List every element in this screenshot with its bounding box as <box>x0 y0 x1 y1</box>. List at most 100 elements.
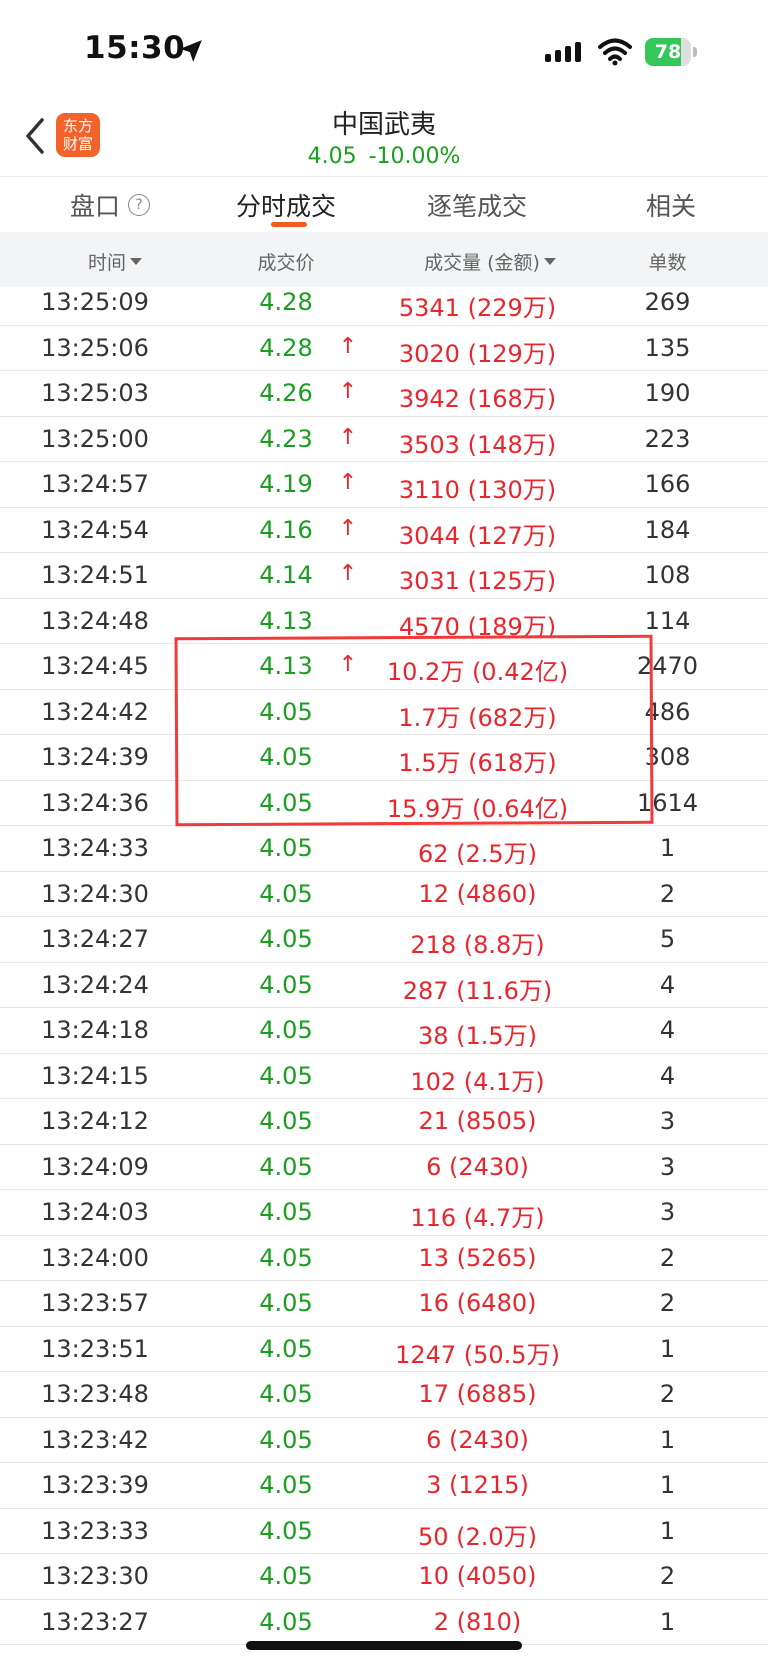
tab-related[interactable]: 相关 <box>646 187 696 223</box>
table-row[interactable]: 13:23:27 4.05 2 (810) 1 <box>0 1600 768 1645</box>
trade-count: 2 <box>659 1243 676 1272</box>
trade-time: 13:25:06 <box>41 333 149 362</box>
trades-table[interactable]: 13:25:09 4.28 5341 (229万) 269 13:25:06 4.28 ↑ 3… <box>0 280 768 1665</box>
trade-volume: 62 (2.5万) <box>417 840 538 868</box>
home-indicator[interactable] <box>246 1641 522 1650</box>
help-icon[interactable]: ? <box>128 194 151 216</box>
trade-count: 2 <box>659 1562 676 1590</box>
table-row[interactable]: 13:24:27 4.05 218 (8.8万) 5 <box>0 917 768 963</box>
table-row[interactable]: 13:25:09 4.28 5341 (229万) 269 <box>0 280 768 326</box>
trade-count: 4 <box>659 970 676 999</box>
trade-volume: 3044 (127万) <box>398 521 557 550</box>
table-row[interactable]: 13:24:15 4.05 102 (4.1万) 4 <box>0 1054 768 1099</box>
column-time-header[interactable]: 时间 <box>40 248 190 275</box>
column-volume-label: 成交量 (金额) <box>424 252 540 274</box>
trade-volume: 5341 (229万) <box>398 294 557 322</box>
trade-volume: 13 (5265) <box>418 1243 537 1272</box>
table-row[interactable]: 13:24:12 4.05 21 (8505) 3 <box>0 1099 768 1145</box>
table-row[interactable]: 13:24:30 4.05 12 (4860) 2 <box>0 872 768 917</box>
table-row[interactable]: 13:24:00 4.05 13 (5265) 2 <box>0 1236 768 1281</box>
trade-count: 1 <box>659 1425 676 1454</box>
trade-price: 4.05 <box>259 1607 313 1636</box>
trade-count: 108 <box>644 561 691 589</box>
trade-time: 13:25:09 <box>41 288 149 316</box>
tab-tick-trades[interactable]: 逐笔成交 <box>427 187 527 223</box>
trade-volume: 3942 (168万) <box>398 385 557 413</box>
trade-price: 4.28 <box>259 333 313 362</box>
table-row[interactable]: 13:23:39 4.05 3 (1215) 1 <box>0 1463 768 1509</box>
table-row[interactable]: 13:23:42 4.05 6 (2430) 1 <box>0 1418 768 1463</box>
trade-price: 4.19 <box>259 470 313 498</box>
trade-price: 4.26 <box>259 379 313 407</box>
table-header: 时间 成交价 成交量 (金额) 单数 <box>0 232 768 287</box>
trade-count: 3 <box>659 1107 676 1135</box>
trade-time: 13:24:09 <box>41 1152 149 1181</box>
trade-time: 13:25:03 <box>41 379 149 407</box>
trade-volume: 3110 (130万) <box>398 476 557 504</box>
stock-name: 中国武夷 <box>331 110 436 140</box>
cellular-signal-icon <box>545 42 581 62</box>
trade-time: 13:24:15 <box>41 1061 149 1090</box>
trade-count: 1 <box>659 834 676 862</box>
table-row[interactable]: 13:24:33 4.05 62 (2.5万) 1 <box>0 826 768 872</box>
trade-count: 1 <box>659 1334 676 1363</box>
table-row[interactable]: 13:24:54 4.16 ↑ 3044 (127万) 184 <box>0 508 768 553</box>
trade-price: 4.05 <box>259 1380 313 1408</box>
battery-indicator: 78 <box>645 38 699 66</box>
trade-time: 13:23:42 <box>41 1425 149 1454</box>
trade-time: 13:24:51 <box>41 561 149 589</box>
trade-count: 269 <box>644 288 691 316</box>
trade-volume: 38 (1.5万) <box>417 1022 538 1050</box>
trade-time: 13:25:00 <box>41 424 149 453</box>
trade-time: 13:24:30 <box>41 879 149 908</box>
trade-price: 4.05 <box>259 1289 313 1317</box>
tab-order-book[interactable]: 盘口? <box>70 187 151 223</box>
trade-price: 4.05 <box>259 1562 313 1590</box>
trade-price: 4.16 <box>259 515 313 544</box>
trade-price: 4.05 <box>259 1471 313 1499</box>
trade-volume: 12 (4860) <box>418 879 537 908</box>
table-row[interactable]: 13:24:57 4.19 ↑ 3110 (130万) 166 <box>0 462 768 508</box>
column-volume-header[interactable]: 成交量 (金额) <box>380 248 600 275</box>
trade-count: 114 <box>644 606 691 635</box>
trade-time: 13:24:36 <box>41 788 149 817</box>
trade-volume: 3503 (148万) <box>398 430 557 459</box>
trade-volume: 10 (4050) <box>418 1562 537 1590</box>
tab-timeshare-trades[interactable]: 分时成交 <box>236 187 336 223</box>
trade-time: 13:24:24 <box>41 970 149 999</box>
table-row[interactable]: 13:23:57 4.05 16 (6480) 2 <box>0 1281 768 1327</box>
trade-count: 2 <box>659 879 676 908</box>
table-row[interactable]: 13:25:00 4.23 ↑ 3503 (148万) 223 <box>0 417 768 462</box>
table-row[interactable]: 13:24:18 4.05 38 (1.5万) 4 <box>0 1008 768 1054</box>
trade-time: 13:23:33 <box>41 1516 149 1545</box>
table-row[interactable]: 13:24:09 4.05 6 (2430) 3 <box>0 1145 768 1190</box>
trade-count: 2 <box>659 1289 676 1317</box>
table-row[interactable]: 13:24:24 4.05 287 (11.6万) 4 <box>0 963 768 1008</box>
trade-price: 4.14 <box>259 561 313 589</box>
trade-count: 190 <box>644 379 691 407</box>
trade-price: 4.05 <box>259 1243 313 1272</box>
trade-count: 4 <box>659 1016 676 1044</box>
table-row[interactable]: 13:23:33 4.05 50 (2.0万) 1 <box>0 1509 768 1554</box>
trade-price: 4.05 <box>259 1107 313 1135</box>
table-row[interactable]: 13:24:03 4.05 116 (4.7万) 3 <box>0 1190 768 1236</box>
trade-price: 4.05 <box>259 1152 313 1181</box>
trade-price: 4.05 <box>259 925 313 953</box>
table-row[interactable]: 13:23:48 4.05 17 (6885) 2 <box>0 1372 768 1418</box>
table-row[interactable]: 13:25:03 4.26 ↑ 3942 (168万) 190 <box>0 371 768 417</box>
table-row[interactable]: 13:25:06 4.28 ↑ 3020 (129万) 135 <box>0 326 768 371</box>
sort-caret-icon <box>130 258 142 265</box>
column-price-header: 成交价 <box>257 252 315 274</box>
trade-count: 223 <box>644 424 691 453</box>
trade-time: 13:24:03 <box>41 1198 149 1226</box>
table-row[interactable]: 13:23:51 4.05 1247 (50.5万) 1 <box>0 1327 768 1372</box>
trade-volume: 3 (1215) <box>426 1471 529 1499</box>
table-row[interactable]: 13:23:30 4.05 10 (4050) 2 <box>0 1554 768 1600</box>
trade-count: 3 <box>659 1152 676 1181</box>
trade-time: 13:24:39 <box>41 743 149 771</box>
table-row[interactable]: 13:24:51 4.14 ↑ 3031 (125万) 108 <box>0 553 768 599</box>
tab-order-book-label: 盘口 <box>70 192 121 221</box>
trade-time: 13:24:42 <box>41 697 149 726</box>
trade-price: 4.05 <box>259 1516 313 1545</box>
stock-price: 4.05 <box>307 144 357 169</box>
